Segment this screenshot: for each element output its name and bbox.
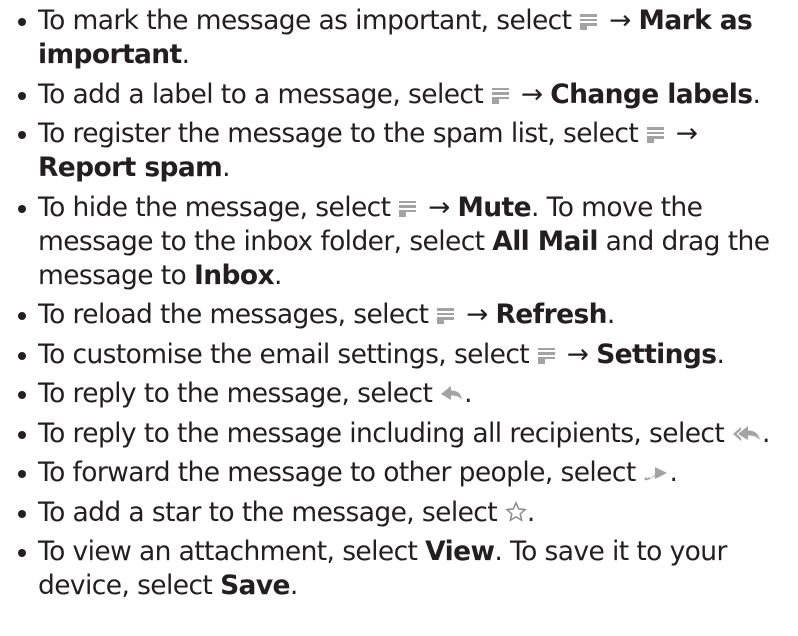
star-icon	[504, 500, 527, 522]
menu-option-change-labels: Change labels	[550, 78, 753, 110]
menu-icon	[646, 125, 667, 143]
list-item-attachment: To view an attachment, select View. To s…	[14, 535, 784, 603]
list-item-reply: To reply to the message, select .	[14, 377, 784, 411]
instructions-page: To mark the message as important, select…	[0, 0, 798, 636]
list-item-change-labels: To add a label to a message, select → Ch…	[14, 78, 784, 112]
folder-inbox: Inbox	[193, 259, 275, 291]
menu-icon	[580, 12, 600, 30]
forward-icon	[644, 467, 668, 481]
arrow: →	[566, 338, 589, 370]
menu-option-settings: Settings	[596, 338, 717, 370]
list-item-report-spam: To register the message to the spam list…	[14, 117, 784, 185]
arrow: →	[609, 5, 631, 36]
button-label-save: Save	[220, 570, 290, 601]
arrow: →	[675, 118, 698, 149]
menu-icon	[437, 306, 457, 324]
menu-option-refresh: Refresh	[495, 299, 608, 330]
list-item-settings: To customise the email settings, select …	[14, 338, 784, 372]
arrow: →	[520, 78, 543, 110]
list-item-reply-all: To reply to the message including all re…	[14, 417, 784, 451]
menu-option-mute: Mute	[457, 191, 532, 223]
menu-icon	[399, 199, 419, 217]
menu-icon	[537, 346, 558, 364]
arrow: →	[428, 191, 450, 223]
reply-all-icon	[733, 425, 761, 441]
arrow: →	[466, 299, 488, 330]
list-item-refresh: To reload the messages, select → Refresh…	[14, 298, 784, 332]
list-item-mark-important: To mark the message as important, select…	[14, 4, 784, 72]
list-item-forward: To forward the message to other people, …	[14, 456, 784, 490]
list-item-star: To add a star to the message, select .	[14, 496, 784, 530]
reply-icon	[441, 386, 463, 400]
instruction-list: To mark the message as important, select…	[14, 4, 784, 603]
menu-option-report-spam: Report spam	[38, 152, 223, 183]
menu-icon	[492, 86, 512, 104]
list-item-mute: To hide the message, select → Mute. To m…	[14, 191, 784, 293]
button-label-view: View	[425, 536, 495, 567]
folder-all-mail: All Mail	[492, 225, 598, 257]
